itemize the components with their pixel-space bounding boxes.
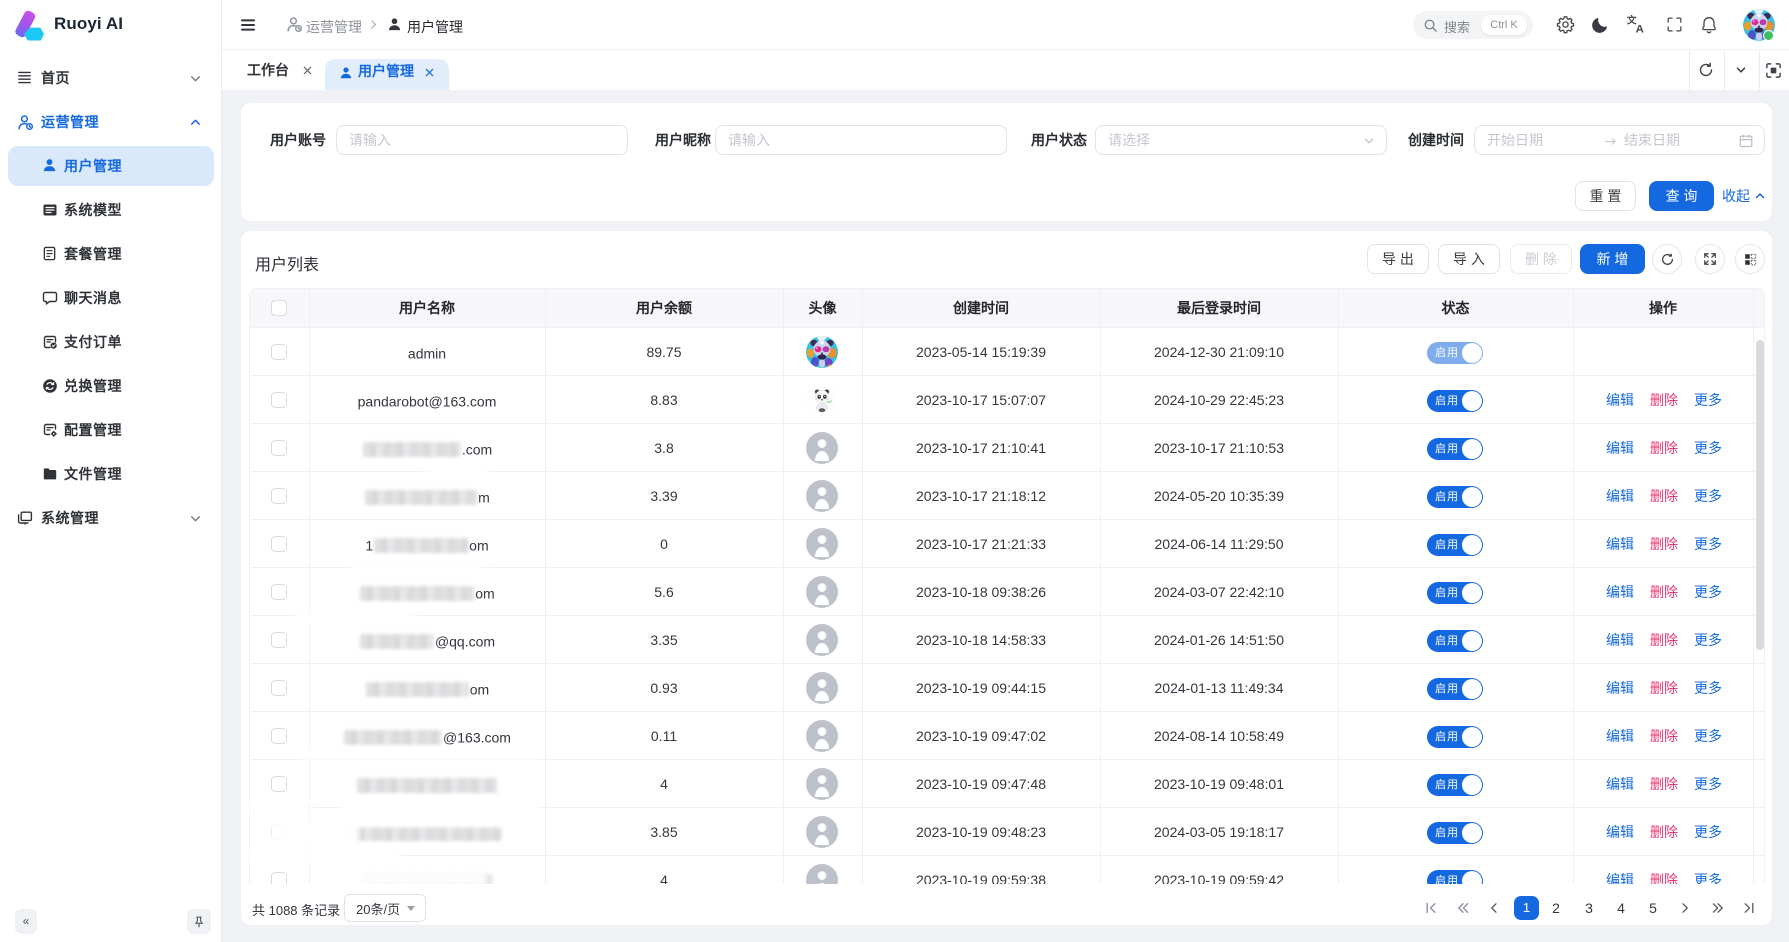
svg-text:A: A — [1636, 23, 1644, 35]
